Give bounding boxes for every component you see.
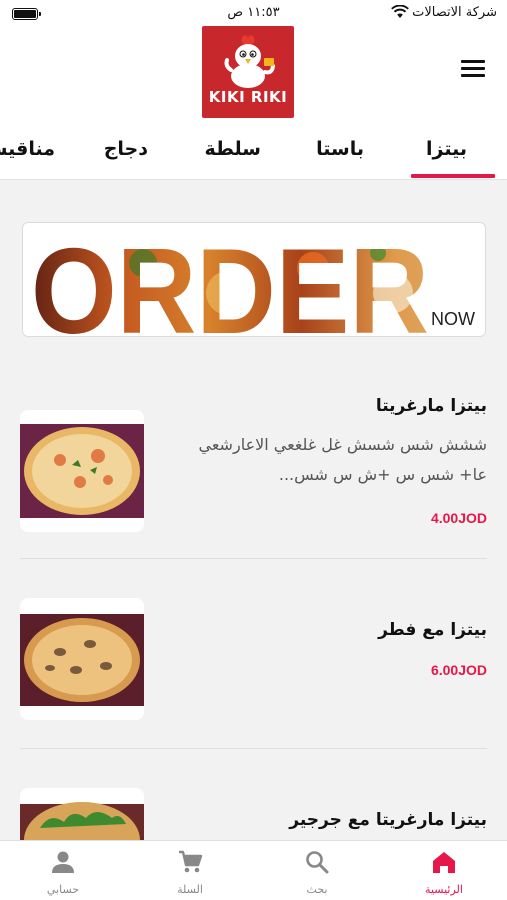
category-tabs: بيتزا باستا سلطة دجاج مناقيش: [0, 126, 507, 180]
wifi-icon: [391, 5, 409, 18]
item-name: بيتزا مع فطر: [378, 620, 487, 640]
menu-item-card[interactable]: بيتزا مارغريتا ششش شس شسش غل غلغعي الاعا…: [0, 392, 507, 542]
banner-now-text: NOW: [431, 309, 475, 329]
tab-pasta[interactable]: باستا: [316, 138, 364, 160]
order-food-collage-image: ORDER: [31, 223, 429, 336]
item-name: بيتزا مارغريتا: [375, 396, 487, 416]
search-icon: [306, 851, 329, 874]
order-now-banner[interactable]: ORDER NOW: [22, 222, 486, 337]
active-tab-indicator: [411, 174, 495, 178]
cart-icon: [179, 850, 203, 873]
item-name: بيتزا مارغريتا مع جرجير: [289, 810, 487, 830]
status-bar: ١١:٥٣ ص شركة الاتصالات: [0, 0, 507, 26]
item-price: 6.00JOD: [430, 662, 487, 678]
item-divider: [20, 558, 487, 559]
nav-cart[interactable]: السلة: [127, 841, 253, 900]
item-divider: [20, 748, 487, 749]
menu-item-card[interactable]: بيتزا مع فطر 6.00JOD: [0, 598, 507, 748]
tab-manakish[interactable]: مناقيش: [0, 138, 55, 160]
home-icon: [433, 852, 455, 873]
tab-salad[interactable]: سلطة: [205, 138, 261, 160]
item-description: ششش شس شسش غل غلغعي الاعارشعي عا+ شس س +…: [198, 435, 488, 484]
item-price: 4.00JOD: [430, 510, 487, 526]
nav-cart-label: السلة: [177, 883, 203, 896]
app-header: KIKI RIKI: [0, 26, 507, 126]
tab-chicken[interactable]: دجاج: [104, 138, 148, 160]
tab-pizza[interactable]: بيتزا: [426, 138, 467, 160]
user-icon: [52, 851, 74, 873]
kiki-riki-logo[interactable]: KIKI RIKI: [202, 26, 294, 118]
nav-search-label: بحث: [306, 883, 328, 896]
nav-home-label: الرئيسية: [425, 883, 463, 896]
hamburger-menu-icon[interactable]: [461, 60, 485, 80]
pizza-margherita-image: [20, 410, 144, 532]
nav-account[interactable]: حسابي: [0, 841, 126, 900]
carrier-name: شركة الاتصالات: [412, 5, 497, 20]
pizza-mushroom-image: [20, 598, 144, 720]
nav-home[interactable]: الرئيسية: [381, 841, 507, 900]
bottom-navigation: الرئيسية بحث السلة حسابي: [0, 840, 507, 900]
nav-account-label: حسابي: [46, 883, 80, 896]
logo-text: KIKI RIKI: [208, 88, 288, 106]
nav-search[interactable]: بحث: [254, 841, 380, 900]
